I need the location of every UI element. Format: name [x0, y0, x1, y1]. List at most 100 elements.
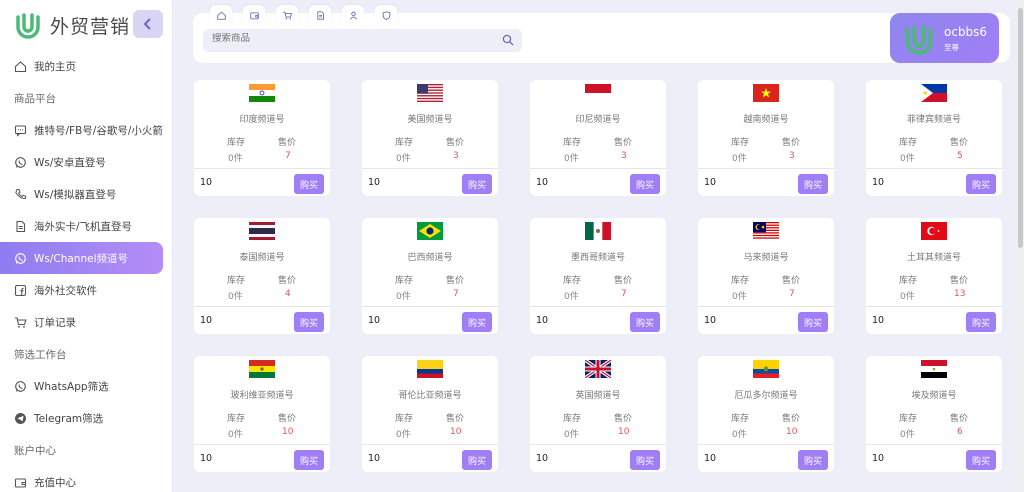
country-flag-icon	[585, 84, 611, 102]
user-icon	[348, 10, 358, 20]
buy-button[interactable]: 购买	[462, 312, 492, 332]
price-label: 售价	[782, 414, 801, 424]
quantity-input[interactable]	[704, 177, 784, 188]
shield-icon	[381, 10, 391, 20]
buy-button[interactable]: 购买	[462, 450, 492, 470]
price-label: 售价	[950, 276, 969, 286]
price-value: 3	[621, 151, 627, 161]
quick-tab[interactable]	[243, 5, 265, 25]
card-divider	[698, 444, 834, 445]
document-icon	[14, 220, 27, 233]
sidebar-section-title: 账户中心	[14, 444, 56, 457]
buy-button[interactable]: 购买	[630, 450, 660, 470]
quantity-input[interactable]	[368, 315, 448, 326]
phone-icon	[14, 188, 27, 201]
quantity-input[interactable]	[704, 453, 784, 464]
product-name: 越南频道号	[743, 115, 789, 125]
quantity-input[interactable]	[536, 453, 616, 464]
sidebar-item[interactable]: WhatsApp筛选	[0, 370, 172, 402]
product-name: 菲律宾频道号	[906, 115, 961, 125]
quick-tab[interactable]	[375, 5, 397, 25]
quick-tab[interactable]	[276, 5, 298, 25]
price-value: 3	[453, 151, 459, 161]
buy-button[interactable]: 购买	[630, 174, 660, 194]
product-card: 埃及频道号 库存 售价 0件 6 购买	[866, 356, 1002, 472]
product-card: 菲律宾频道号 库存 售价 0件 5 购买	[866, 80, 1002, 196]
quantity-input[interactable]	[704, 315, 784, 326]
quantity-input[interactable]	[536, 177, 616, 188]
buy-button[interactable]: 购买	[294, 450, 324, 470]
buy-button[interactable]: 购买	[462, 174, 492, 194]
quick-tab[interactable]	[210, 5, 232, 25]
stock-value: 0件	[564, 154, 579, 164]
brand-logo-icon	[16, 13, 40, 39]
country-flag-icon	[585, 360, 611, 378]
sidebar-item-label: 我的主页	[34, 60, 76, 73]
country-flag-icon	[249, 222, 275, 240]
buy-button[interactable]: 购买	[798, 450, 828, 470]
sidebar-section-title: 商品平台	[14, 92, 56, 105]
price-label: 售价	[278, 138, 297, 148]
price-label: 售价	[614, 414, 633, 424]
buy-button[interactable]: 购买	[630, 312, 660, 332]
product-name: 哥伦比亚频道号	[398, 391, 462, 401]
sidebar-item[interactable]: 推特号/FB号/谷歌号/小火箭	[0, 114, 172, 146]
sidebar-item[interactable]: 充值中心	[0, 466, 172, 492]
buy-button[interactable]: 购买	[294, 174, 324, 194]
sidebar: 外贸营销 我的主页 商品平台 推特号/FB号/谷歌号/小火箭 Ws/安卓直登号 Ws/模…	[0, 0, 173, 492]
country-flag-icon	[753, 222, 779, 240]
card-divider	[362, 444, 498, 445]
quantity-input[interactable]	[872, 177, 952, 188]
sidebar-item[interactable]: 海外社交软件	[0, 274, 172, 306]
buy-button[interactable]: 购买	[966, 174, 996, 194]
sidebar-item-label: 海外社交软件	[34, 284, 97, 297]
whatsapp-icon	[14, 156, 27, 169]
quantity-input[interactable]	[200, 453, 280, 464]
sidebar-item[interactable]: Ws/安卓直登号	[0, 146, 172, 178]
buy-button[interactable]: 购买	[294, 312, 324, 332]
sidebar-item[interactable]: Telegram筛选	[0, 402, 172, 434]
buy-button[interactable]: 购买	[966, 450, 996, 470]
search-icon[interactable]	[502, 34, 514, 46]
stock-value: 0件	[396, 292, 411, 302]
card-divider	[194, 306, 330, 307]
sidebar-item[interactable]: 订单记录	[0, 306, 172, 338]
quantity-input[interactable]	[536, 315, 616, 326]
sidebar-item[interactable]: 海外实卡/飞机直登号	[0, 210, 172, 242]
search-input[interactable]	[212, 33, 482, 44]
page-scrollbar[interactable]	[1016, 0, 1024, 492]
product-card: 巴西频道号 库存 售价 0件 7 购买	[362, 218, 498, 334]
stock-label: 库存	[899, 138, 918, 148]
quick-tab[interactable]	[342, 5, 364, 25]
buy-button[interactable]: 购买	[966, 312, 996, 332]
price-value: 6	[957, 427, 963, 437]
buy-button[interactable]: 购买	[798, 312, 828, 332]
search-box	[203, 29, 522, 52]
quick-tab[interactable]	[309, 5, 331, 25]
price-label: 售价	[614, 138, 633, 148]
quantity-input[interactable]	[872, 315, 952, 326]
card-divider	[362, 306, 498, 307]
quantity-input[interactable]	[872, 453, 952, 464]
sidebar-item[interactable]: Ws/模拟器直登号	[0, 178, 172, 210]
stock-value: 0件	[564, 292, 579, 302]
sidebar-collapse-button[interactable]	[133, 10, 163, 38]
quantity-input[interactable]	[368, 453, 448, 464]
product-name: 厄瓜多尔频道号	[734, 391, 798, 401]
user-card[interactable]: ocbbs6 至尊	[890, 13, 999, 63]
stock-label: 库存	[731, 138, 750, 148]
quantity-input[interactable]	[200, 177, 280, 188]
quantity-input[interactable]	[368, 177, 448, 188]
sidebar-item[interactable]: Ws/Channel频道号	[0, 242, 163, 274]
sidebar-item-label: WhatsApp筛选	[34, 380, 109, 393]
card-divider	[530, 306, 666, 307]
quantity-input[interactable]	[200, 315, 280, 326]
sidebar-item[interactable]: 我的主页	[0, 50, 172, 82]
price-label: 售价	[446, 138, 465, 148]
country-flag-icon	[921, 360, 947, 378]
telegram-icon	[14, 412, 27, 425]
price-value: 5	[957, 151, 963, 161]
scroll-thumb[interactable]	[1018, 8, 1023, 248]
buy-button[interactable]: 购买	[798, 174, 828, 194]
product-name: 美国频道号	[407, 115, 453, 125]
